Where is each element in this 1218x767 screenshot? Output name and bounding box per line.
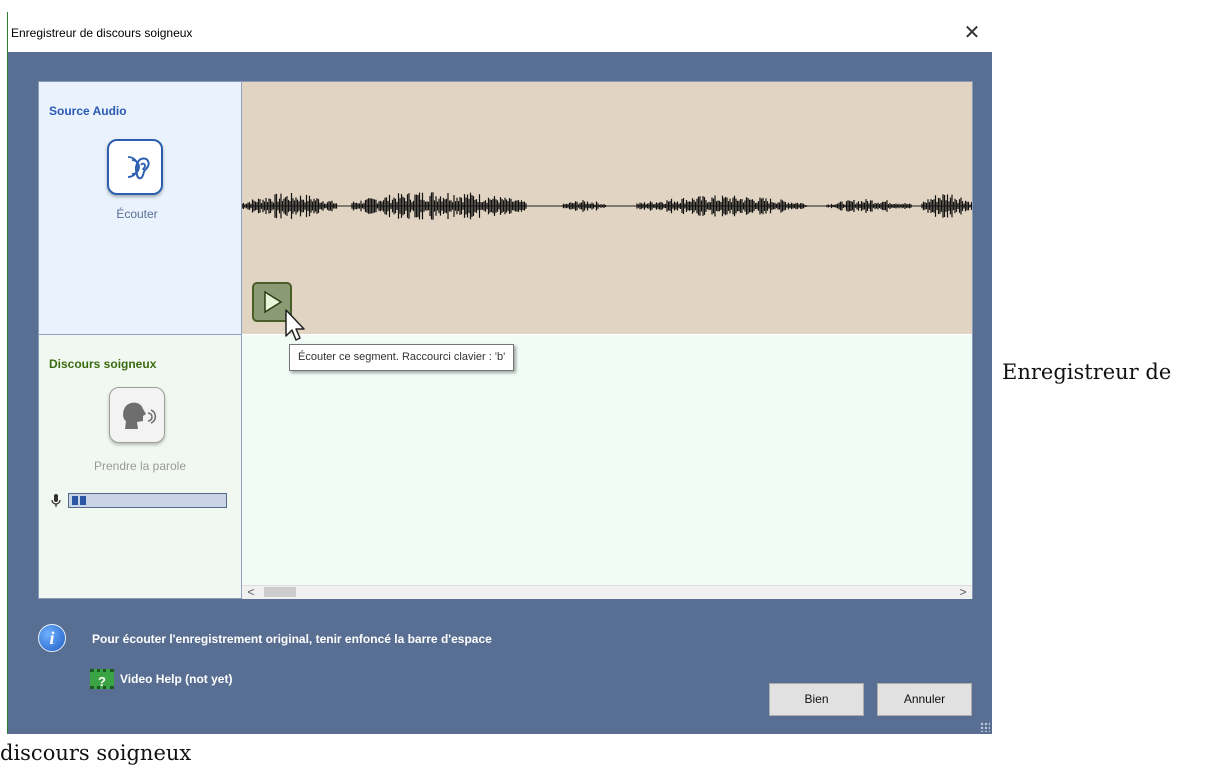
cancel-button[interactable]: Annuler bbox=[877, 683, 972, 716]
ear-sound-icon bbox=[127, 156, 150, 180]
listen-label: Écouter bbox=[116, 207, 158, 221]
speak-label: Prendre la parole bbox=[93, 459, 187, 473]
ok-button[interactable]: Bien bbox=[769, 683, 864, 716]
window-title: Enregistreur de discours soigneux bbox=[11, 26, 193, 40]
audio-level-meter bbox=[68, 493, 227, 508]
mouse-cursor-icon bbox=[285, 309, 305, 341]
discours-title: Discours soigneux bbox=[49, 357, 157, 371]
listen-button[interactable] bbox=[107, 139, 163, 195]
left-column: Source Audio Écouter Discours soigneux P… bbox=[39, 82, 242, 598]
play-icon bbox=[264, 290, 283, 314]
level-segment bbox=[80, 496, 86, 505]
scroll-left-arrow[interactable]: < bbox=[244, 585, 258, 599]
resize-grip[interactable] bbox=[980, 722, 990, 732]
microphone-icon bbox=[51, 494, 61, 507]
source-audio-section: Source Audio Écouter bbox=[39, 82, 241, 335]
caption-line-2: discours soigneux bbox=[0, 741, 192, 765]
level-segment bbox=[72, 496, 78, 505]
tooltip: Écouter ce segment. Raccourci clavier : … bbox=[289, 344, 515, 371]
dialog-body: Source Audio Écouter Discours soigneux P… bbox=[8, 52, 992, 734]
speaking-head-icon bbox=[123, 402, 157, 429]
scroll-thumb[interactable] bbox=[264, 587, 296, 597]
source-audio-title: Source Audio bbox=[49, 104, 127, 118]
video-help-link[interactable]: ? Video Help (not yet) bbox=[90, 669, 232, 689]
horizontal-scrollbar[interactable]: < > bbox=[242, 585, 972, 599]
waveform-area[interactable] bbox=[242, 82, 972, 334]
audio-waveform bbox=[242, 192, 972, 220]
title-bar: Enregistreur de discours soigneux ✕ bbox=[8, 12, 992, 52]
info-text: Pour écouter l'enregistrement original, … bbox=[92, 632, 492, 646]
scroll-right-arrow[interactable]: > bbox=[956, 585, 970, 599]
caption-line-1: Enregistreur de bbox=[1002, 360, 1172, 384]
video-help-label: Video Help (not yet) bbox=[120, 672, 233, 686]
close-icon: ✕ bbox=[963, 22, 981, 44]
discours-section: Discours soigneux Prendre la parole bbox=[39, 335, 241, 598]
video-help-icon: ? bbox=[90, 669, 114, 689]
transcript-area[interactable] bbox=[242, 335, 972, 585]
close-button[interactable]: ✕ bbox=[958, 20, 986, 46]
dialog-window: Enregistreur de discours soigneux ✕ Sour… bbox=[7, 12, 992, 734]
info-icon: i bbox=[38, 624, 66, 652]
main-panel: Source Audio Écouter Discours soigneux P… bbox=[38, 81, 973, 599]
speak-button[interactable] bbox=[109, 387, 165, 443]
